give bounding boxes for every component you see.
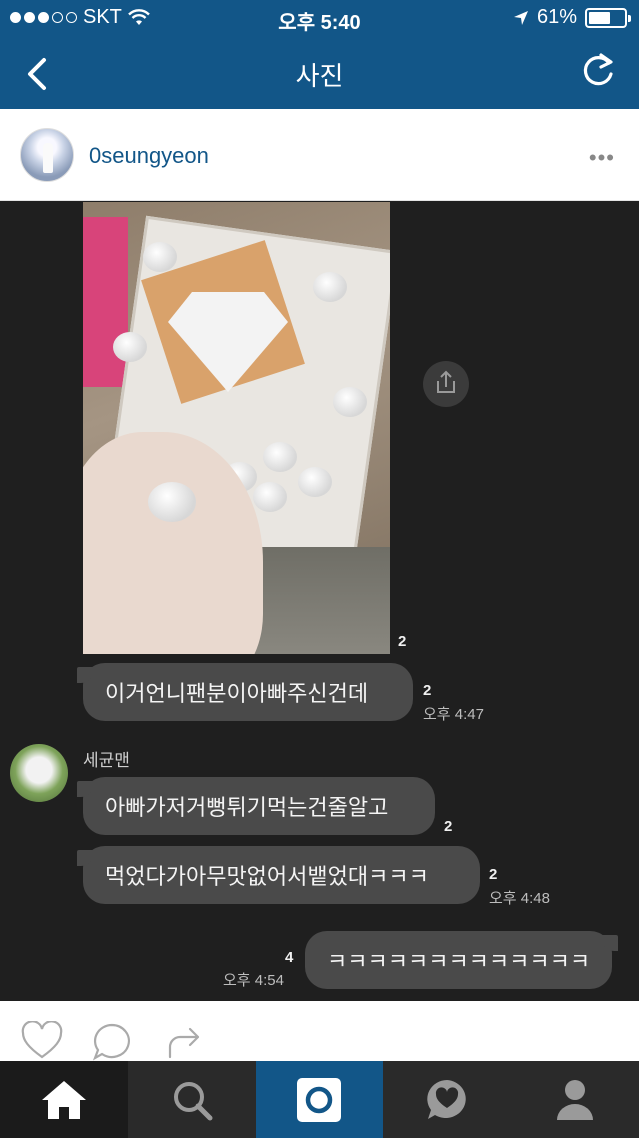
avatar[interactable] [20,128,74,182]
message-time: 오후 4:54 [223,972,284,989]
photo-unread-count: 2 [398,633,407,650]
post-actions [0,1001,639,1061]
profile-icon [557,1079,594,1120]
chat-photo [83,202,390,654]
tab-camera[interactable] [255,1061,384,1138]
message-text: 아빠가저거뻥튀기먹는건줄알고 [105,795,389,820]
activity-icon [427,1079,467,1119]
message-time: 오후 4:48 [489,890,550,907]
nav-bar: 사진 [0,36,639,109]
comment-icon[interactable] [90,1021,134,1061]
unread-count: 2 [444,818,453,835]
chat-bubble: 먹었다가아무맛없어서뱉었대ㅋㅋㅋ [77,846,480,904]
message-text: 먹었다가아무맛없어서뱉었대ㅋㅋㅋ [105,864,429,889]
tab-bar [0,1061,639,1138]
sender-avatar [10,744,68,802]
location-arrow-icon [513,10,528,25]
share-arrow-icon[interactable] [162,1021,206,1061]
top-bar: SKT 오후 5:40 61% 사진 [0,0,639,109]
battery-icon [585,7,631,28]
chat-bubble: 이거언니팬분이아빠주신건데 [77,663,413,721]
search-icon [173,1081,213,1120]
chat-bubble-own: ㅋㅋㅋㅋㅋㅋㅋㅋㅋㅋㅋㅋㅋ [305,931,618,989]
sender-name: 세균맨 [83,751,130,770]
page-title: 사진 [295,61,344,91]
share-icon[interactable] [423,361,469,407]
unread-count: 4 [285,949,294,966]
tab-home[interactable] [0,1061,128,1138]
status-bar: SKT 오후 5:40 61% [0,0,639,36]
unread-count: 2 [423,682,432,699]
battery-percent: 61% [536,6,577,28]
status-right: 61% [513,6,631,29]
camera-icon [297,1077,342,1122]
tab-search[interactable] [128,1061,256,1138]
tab-activity[interactable] [383,1061,511,1138]
message-text: ㅋㅋㅋㅋㅋㅋㅋㅋㅋㅋㅋㅋㅋ [327,949,591,974]
post-image[interactable]: 2 이거언니팬분이아빠주신건데 2 오후 4:47 세균맨 아빠가저거뻥튀기먹는… [0,201,639,1001]
unread-count: 2 [489,866,498,883]
tab-profile[interactable] [511,1061,639,1138]
home-icon [41,1080,86,1119]
chat-bubble: 아빠가저거뻥튀기먹는건줄알고 [77,777,435,835]
username-link[interactable]: 0seungyeon [89,143,209,169]
message-time: 오후 4:47 [423,706,484,723]
message-text: 이거언니팬분이아빠주신건데 [105,681,369,706]
ellipsis-icon[interactable]: ••• [589,145,615,171]
heart-icon[interactable] [20,1021,64,1061]
post-header: 0seungyeon ••• [0,109,639,201]
refresh-icon[interactable] [579,52,617,92]
